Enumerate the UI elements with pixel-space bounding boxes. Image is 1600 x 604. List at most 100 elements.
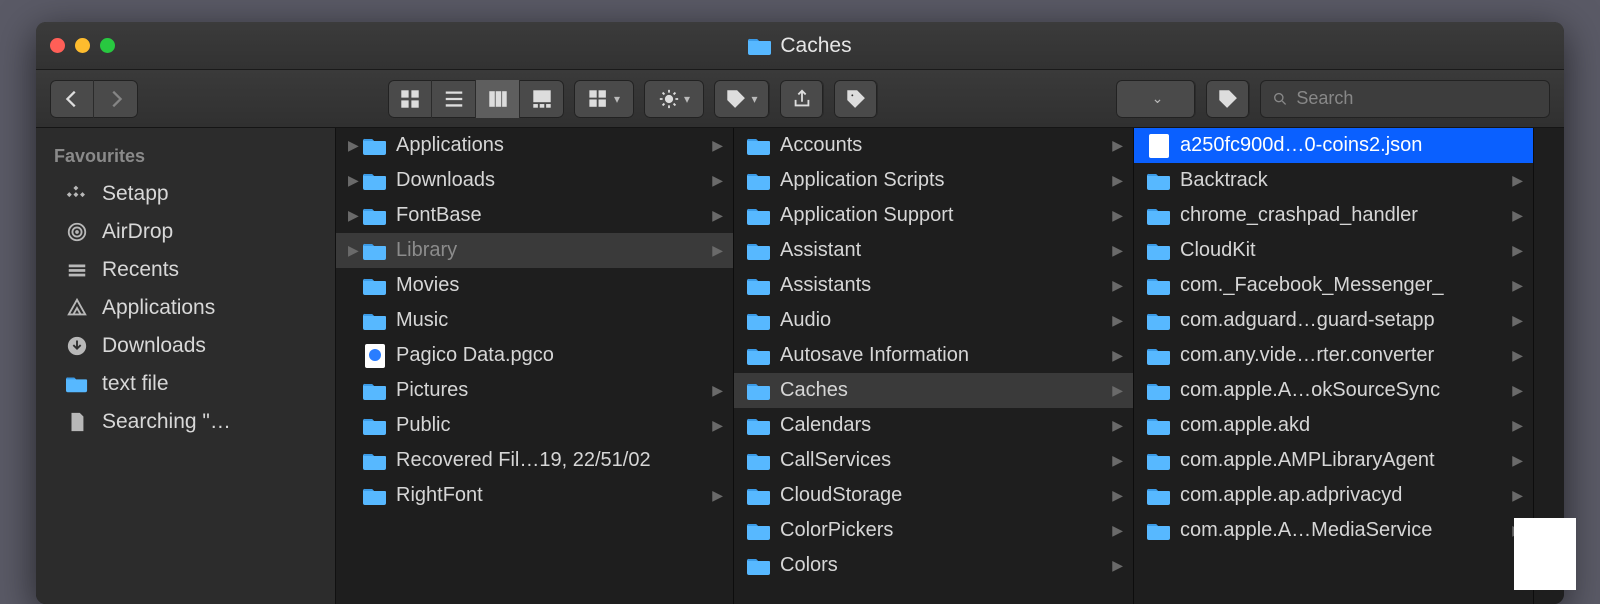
list-item[interactable]: Audio▶ (734, 303, 1133, 338)
list-item[interactable]: Colors▶ (734, 548, 1133, 583)
list-item[interactable]: Recovered Fil…19, 22/51/02 (336, 443, 733, 478)
sidebar-item-applications[interactable]: Applications (36, 289, 335, 327)
list-item[interactable]: chrome_crashpad_handler▶ (1134, 198, 1533, 233)
chevron-right-icon: ▶ (712, 137, 723, 154)
sidebar-item-label: Downloads (102, 334, 206, 358)
file-icon (362, 344, 388, 368)
list-item[interactable]: Music (336, 303, 733, 338)
folder-icon (362, 206, 388, 226)
column-1[interactable]: ▶Applications▶▶Downloads▶▶FontBase▶▶Libr… (336, 128, 734, 604)
content-area: Favourites Setapp AirDrop Recents Applic… (36, 128, 1564, 604)
list-item[interactable]: Caches▶ (734, 373, 1133, 408)
column-2[interactable]: Accounts▶Application Scripts▶Application… (734, 128, 1134, 604)
close-button[interactable] (50, 38, 65, 53)
icon-view-button[interactable] (388, 80, 432, 118)
folder-icon (746, 346, 772, 366)
list-item[interactable]: Pagico Data.pgco (336, 338, 733, 373)
back-button[interactable] (50, 80, 94, 118)
item-label: com.apple.ap.adprivacyd (1180, 484, 1506, 507)
list-item[interactable]: Assistant ▶ (734, 233, 1133, 268)
sidebar-item-label: Applications (102, 296, 215, 320)
sidebar-item-airdrop[interactable]: AirDrop (36, 213, 335, 251)
item-label: com.adguard…guard-setapp (1180, 309, 1506, 332)
list-item[interactable]: Public▶ (336, 408, 733, 443)
list-item[interactable]: com.apple.AMPLibraryAgent▶ (1134, 443, 1533, 478)
sidebar-item-setapp[interactable]: Setapp (36, 175, 335, 213)
list-item[interactable]: Movies (336, 268, 733, 303)
search-input[interactable] (1296, 88, 1538, 109)
list-item[interactable]: com.any.vide…rter.converter▶ (1134, 338, 1533, 373)
list-item[interactable]: a250fc900d…0-coins2.json (1134, 128, 1533, 163)
list-item[interactable]: com.apple.akd▶ (1134, 408, 1533, 443)
list-item[interactable]: CallServices▶ (734, 443, 1133, 478)
applications-icon (66, 297, 88, 319)
item-label: Assistant (780, 239, 1106, 262)
folder-icon (746, 486, 772, 506)
folder-icon (748, 36, 772, 56)
list-item[interactable]: RightFont▶ (336, 478, 733, 513)
list-item[interactable]: ▶Library▶ (336, 233, 733, 268)
chevron-right-icon: ▶ (1112, 242, 1123, 259)
list-item[interactable]: CloudKit▶ (1134, 233, 1533, 268)
gallery-view-button[interactable] (520, 80, 564, 118)
tag-dropdown-1[interactable]: ▾ (714, 80, 770, 118)
action-button[interactable]: ▾ (644, 80, 704, 118)
list-item[interactable]: com.adguard…guard-setapp▶ (1134, 303, 1533, 338)
list-item[interactable]: Autosave Information▶ (734, 338, 1133, 373)
zoom-button[interactable] (100, 38, 115, 53)
list-view-button[interactable] (432, 80, 476, 118)
item-label: Audio (780, 309, 1106, 332)
item-label: FontBase (396, 204, 706, 227)
item-label: com.any.vide…rter.converter (1180, 344, 1506, 367)
item-label: Recovered Fil…19, 22/51/02 (396, 449, 723, 472)
chevron-right-icon: ▶ (1112, 417, 1123, 434)
item-label: CloudStorage (780, 484, 1106, 507)
item-label: Backtrack (1180, 169, 1506, 192)
list-item[interactable]: Backtrack▶ (1134, 163, 1533, 198)
dropdown-extra[interactable]: ⌄ (1116, 80, 1196, 118)
list-item[interactable]: com._Facebook_Messenger_▶ (1134, 268, 1533, 303)
folder-icon (746, 521, 772, 541)
tag-dropdown-2[interactable] (1206, 80, 1250, 118)
chevron-right-icon: ▶ (712, 207, 723, 224)
sidebar-item-downloads[interactable]: Downloads (36, 327, 335, 365)
list-item[interactable]: Pictures▶ (336, 373, 733, 408)
folder-icon (362, 381, 388, 401)
folder-icon (1146, 206, 1172, 226)
list-item[interactable]: com.apple.A…MediaService▶ (1134, 513, 1533, 548)
search-icon (1272, 90, 1288, 108)
list-item[interactable]: Application Scripts▶ (734, 163, 1133, 198)
folder-icon (1146, 416, 1172, 436)
list-item[interactable]: CloudStorage▶ (734, 478, 1133, 513)
sidebar-item-recents[interactable]: Recents (36, 251, 335, 289)
minimize-button[interactable] (75, 38, 90, 53)
chevron-right-icon: ▶ (712, 382, 723, 399)
item-label: Autosave Information (780, 344, 1106, 367)
list-item[interactable]: com.apple.ap.adprivacyd▶ (1134, 478, 1533, 513)
list-item[interactable]: ▶Downloads▶ (336, 163, 733, 198)
folder-icon (1146, 241, 1172, 261)
list-item[interactable]: com.apple.A…okSourceSync▶ (1134, 373, 1533, 408)
list-item[interactable]: Assistants▶ (734, 268, 1133, 303)
list-item[interactable]: Application Support▶ (734, 198, 1133, 233)
item-label: Calendars (780, 414, 1106, 437)
list-item[interactable]: Accounts▶ (734, 128, 1133, 163)
list-item[interactable]: ColorPickers▶ (734, 513, 1133, 548)
tag-button[interactable] (834, 80, 878, 118)
sidebar-item-searching[interactable]: Searching "… (36, 403, 335, 441)
list-item[interactable]: Calendars ▶ (734, 408, 1133, 443)
overlay-box (1514, 518, 1576, 590)
column-view-button[interactable] (476, 80, 520, 118)
list-item[interactable]: ▶FontBase▶ (336, 198, 733, 233)
item-label: com.apple.akd (1180, 414, 1506, 437)
sidebar-item-textfile[interactable]: text file (36, 365, 335, 403)
sidebar-item-label: text file (102, 372, 169, 396)
item-label: com._Facebook_Messenger_ (1180, 274, 1506, 297)
chevron-right-icon: ▶ (712, 172, 723, 189)
column-3[interactable]: a250fc900d…0-coins2.jsonBacktrack▶chrome… (1134, 128, 1534, 604)
share-button[interactable] (780, 80, 824, 118)
group-button[interactable]: ▾ (574, 80, 634, 118)
list-item[interactable]: ▶Applications▶ (336, 128, 733, 163)
forward-button[interactable] (94, 80, 138, 118)
search-field[interactable] (1260, 80, 1550, 118)
